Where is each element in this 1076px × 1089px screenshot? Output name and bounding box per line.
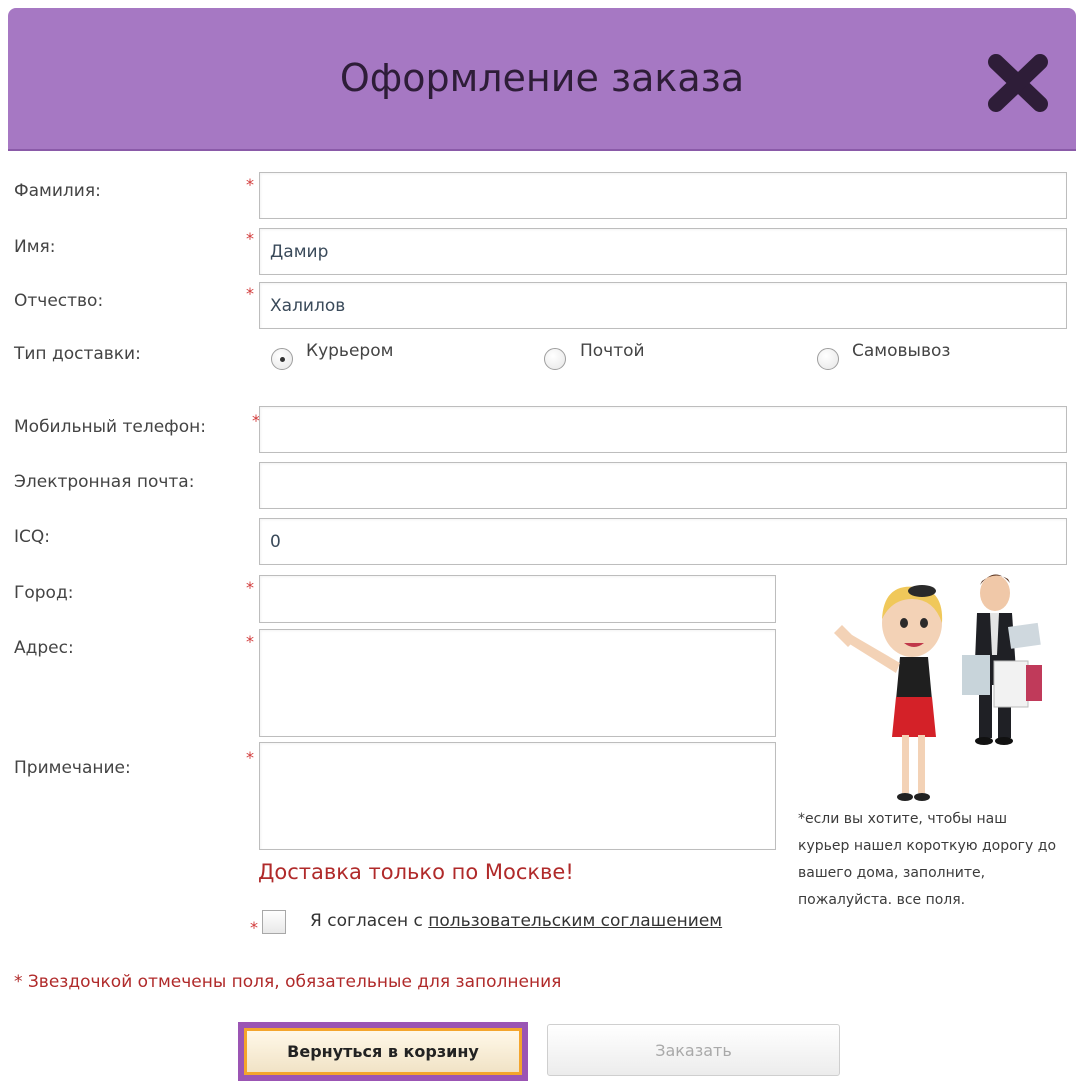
dialog-header: Оформление заказа	[8, 8, 1076, 151]
address-field[interactable]	[259, 629, 776, 737]
order-button[interactable]: Заказать	[547, 1024, 840, 1076]
close-icon[interactable]	[986, 52, 1050, 114]
radio-pickup[interactable]	[817, 348, 839, 370]
radio-pickup-label[interactable]: Самовывоз	[852, 341, 950, 361]
icq-label: ICQ:	[14, 527, 50, 547]
city-label: Город:	[14, 583, 74, 603]
mobile-field[interactable]	[259, 406, 1067, 453]
required-star: *	[246, 578, 254, 597]
dialog-title: Оформление заказа	[339, 56, 745, 100]
city-field[interactable]	[259, 575, 776, 623]
required-fields-note: * Звездочкой отмечены поля, обязательные…	[14, 972, 562, 992]
required-star: *	[246, 632, 254, 651]
back-to-cart-button[interactable]: Вернуться в корзину	[244, 1028, 522, 1075]
promo-note: *если вы хотите, чтобы наш курьер нашел …	[798, 811, 1057, 908]
required-star: *	[246, 748, 254, 767]
mobile-label: Мобильный телефон:	[14, 417, 206, 437]
note-field[interactable]	[259, 742, 776, 850]
middle-name-label: Отчество:	[14, 291, 104, 311]
email-field[interactable]	[259, 462, 1067, 509]
icq-field[interactable]	[259, 518, 1067, 565]
middle-name-field[interactable]	[259, 282, 1067, 329]
required-star: *	[250, 918, 258, 937]
back-button-frame: Вернуться в корзину	[238, 1022, 528, 1081]
email-label: Электронная почта:	[14, 472, 195, 492]
agreement-link[interactable]: пользовательским соглашением	[428, 911, 722, 931]
last-name-field[interactable]	[259, 172, 1067, 219]
delivery-note: Доставка только по Москве!	[258, 860, 574, 884]
required-star: *	[246, 284, 254, 303]
radio-courier-label[interactable]: Курьером	[306, 341, 393, 361]
first-name-field[interactable]	[259, 228, 1067, 275]
agreement-checkbox[interactable]	[262, 910, 286, 934]
first-name-label: Имя:	[14, 237, 56, 257]
radio-post[interactable]	[544, 348, 566, 370]
note-label: Примечание:	[14, 758, 131, 778]
required-star: *	[246, 175, 254, 194]
required-star: *	[246, 229, 254, 248]
address-label: Адрес:	[14, 638, 74, 658]
couple-illustration	[812, 565, 1047, 805]
agreement-prefix: Я согласен с	[310, 911, 423, 931]
radio-courier[interactable]	[271, 348, 293, 370]
delivery-type-label: Тип доставки:	[14, 344, 141, 364]
last-name-label: Фамилия:	[14, 181, 101, 201]
radio-post-label[interactable]: Почтой	[580, 341, 645, 361]
radio-selected-dot	[280, 357, 285, 362]
agreement-text: Я согласен с пользовательским соглашение…	[310, 911, 722, 931]
